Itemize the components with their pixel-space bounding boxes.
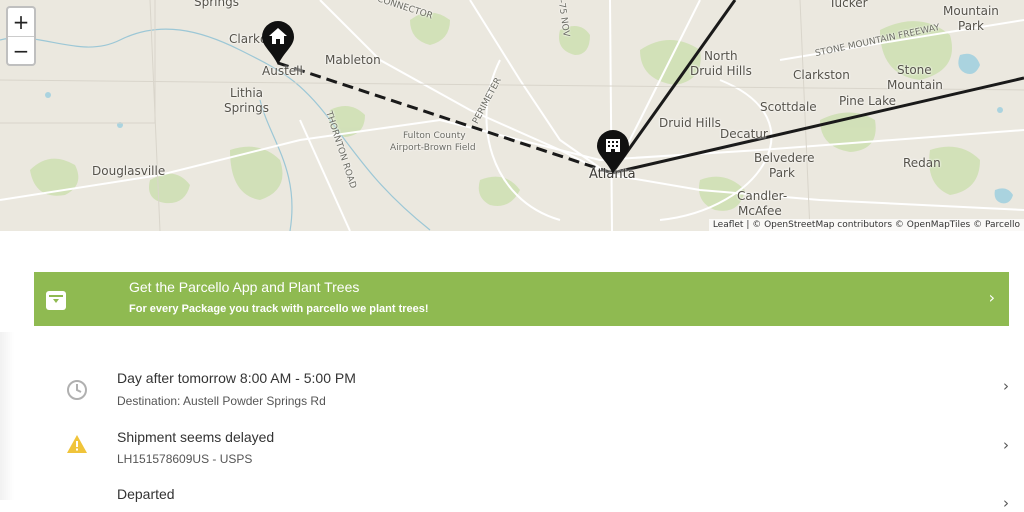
map-place-label: Airport-Brown Field xyxy=(390,143,476,153)
chevron-right-icon: › xyxy=(1003,377,1009,395)
panel-shadow xyxy=(0,332,14,500)
destination-home-marker[interactable] xyxy=(260,20,296,66)
app-promo-banner[interactable]: Get the Parcello App and Plant Trees For… xyxy=(34,272,1009,326)
promo-title: Get the Parcello App and Plant Trees xyxy=(129,279,360,295)
event-row-departed[interactable]: Departed › xyxy=(34,484,1024,512)
event-subtitle: Destination: Austell Powder Springs Rd xyxy=(117,394,326,408)
map-place-label: Redan xyxy=(903,156,941,170)
event-title: Day after tomorrow 8:00 AM - 5:00 PM xyxy=(117,370,356,386)
map-place-label: Douglasville xyxy=(92,164,166,178)
map-place-label: McAfee xyxy=(738,204,782,218)
map-place-label: Candler- xyxy=(737,189,788,203)
map-place-label: Belvedere xyxy=(754,151,815,165)
map-place-label: Mountain xyxy=(887,78,943,92)
map-attribution[interactable]: Leaflet | © OpenStreetMap contributors ©… xyxy=(708,219,1024,231)
map-place-label: Decatur xyxy=(720,127,768,141)
chevron-right-icon: › xyxy=(1003,436,1009,454)
map-canvas xyxy=(0,0,1024,231)
facility-marker[interactable] xyxy=(595,129,631,175)
map-place-label: Springs xyxy=(224,101,269,115)
event-title: Shipment seems delayed xyxy=(117,429,275,445)
map-place-label: Pine Lake xyxy=(839,94,897,108)
clock-icon xyxy=(66,379,88,406)
zoom-control: + − xyxy=(6,6,36,66)
map-place-label: Austell xyxy=(262,64,303,78)
chevron-right-icon: › xyxy=(988,288,995,307)
download-icon xyxy=(46,291,66,310)
map-place-label: Druid Hills xyxy=(659,116,721,130)
map-place-label: Druid Hills xyxy=(690,64,752,78)
map-place-label: Lithia xyxy=(230,86,264,100)
route-map[interactable]: Springs Clarkdale Austell Mableton Lithi… xyxy=(0,0,1024,231)
map-place-label: Park xyxy=(958,19,984,33)
map-place-label: North xyxy=(704,49,738,63)
promo-subtitle: For every Package you track with parcell… xyxy=(129,303,429,315)
map-place-label: Stone xyxy=(897,63,932,77)
zoom-in-button[interactable]: + xyxy=(8,8,34,36)
map-place-label: Mountain xyxy=(943,4,999,18)
map-place-label: Fulton County xyxy=(403,131,466,141)
map-place-label: Scottdale xyxy=(760,100,817,114)
warning-icon xyxy=(66,434,88,459)
event-row-delivery-window[interactable]: Day after tomorrow 8:00 AM - 5:00 PM Des… xyxy=(34,366,1024,416)
map-place-label: Mableton xyxy=(325,53,381,67)
zoom-out-button[interactable]: − xyxy=(8,36,34,64)
map-place-label: Clarkston xyxy=(793,68,850,82)
map-place-label: Park xyxy=(769,166,795,180)
chevron-down-icon: › xyxy=(1003,494,1009,512)
event-row-delayed[interactable]: Shipment seems delayed LH151578609US - U… xyxy=(34,426,1024,472)
map-place-label: Tucker xyxy=(829,0,868,10)
event-subtitle: LH151578609US - USPS xyxy=(117,452,253,466)
map-place-label: Springs xyxy=(194,0,239,9)
